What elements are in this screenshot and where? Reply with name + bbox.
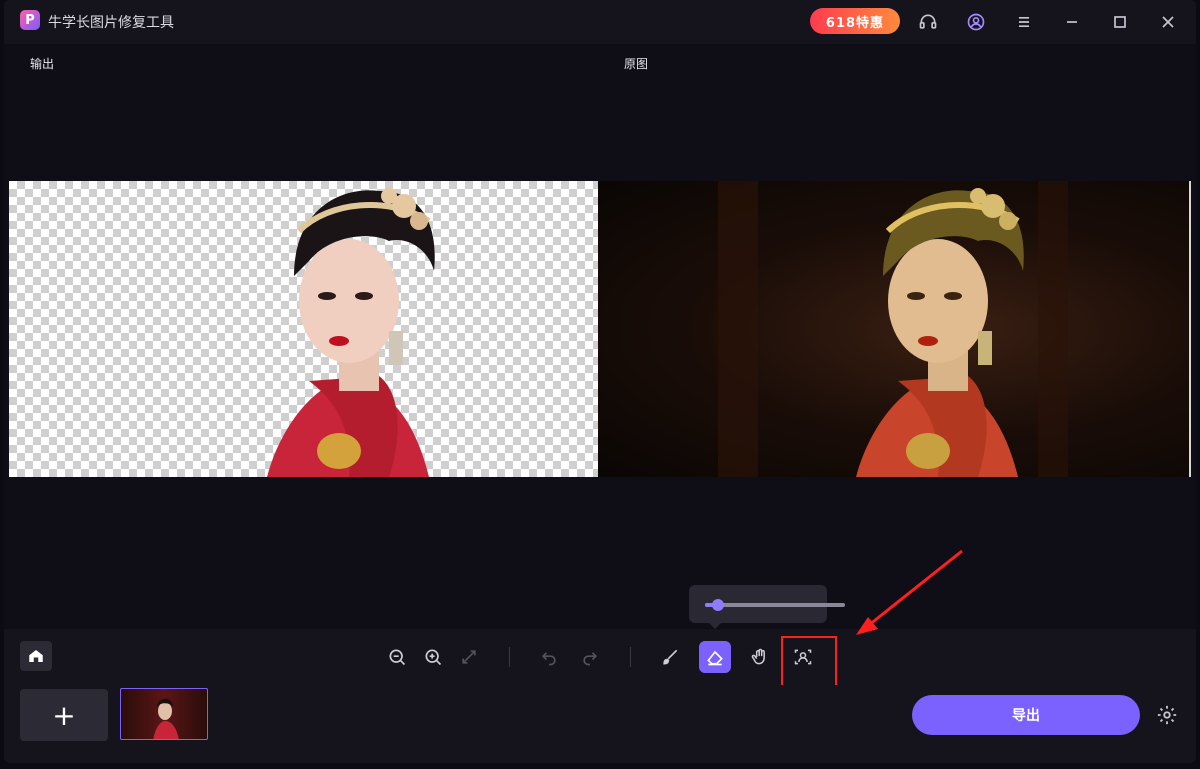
hand-icon bbox=[751, 648, 765, 665]
original-label: 原图 bbox=[624, 57, 649, 71]
separator bbox=[509, 647, 510, 667]
user-icon[interactable] bbox=[962, 8, 990, 36]
maximize-icon[interactable] bbox=[1106, 8, 1134, 36]
home-button[interactable] bbox=[20, 641, 52, 671]
brush-size-slider[interactable] bbox=[705, 602, 845, 608]
image-thumbnail[interactable] bbox=[120, 688, 208, 740]
headset-icon[interactable] bbox=[914, 8, 942, 36]
original-image[interactable] bbox=[598, 181, 1190, 477]
output-label: 输出 bbox=[30, 57, 55, 71]
app-window: P 牛学长图片修复工具 618特惠 输出 原图 + 导出 bbox=[4, 0, 1196, 763]
zoom-out-icon bbox=[389, 649, 406, 666]
fit-screen-icon bbox=[462, 650, 476, 664]
redo-icon bbox=[583, 652, 598, 666]
separator bbox=[630, 647, 631, 667]
add-image-button[interactable]: + bbox=[20, 689, 108, 741]
fit-screen-button[interactable] bbox=[453, 641, 485, 673]
home-icon bbox=[29, 650, 43, 662]
menu-icon[interactable] bbox=[1010, 8, 1038, 36]
export-button[interactable]: 导出 bbox=[912, 695, 1140, 735]
undo-icon bbox=[541, 652, 556, 666]
zoom-in-icon bbox=[425, 649, 442, 666]
brush-size-popup bbox=[689, 585, 845, 623]
hand-button[interactable] bbox=[744, 641, 776, 673]
app-logo: P bbox=[20, 10, 40, 30]
tool-bar bbox=[4, 629, 1196, 688]
annotation-arrow bbox=[856, 549, 963, 635]
zoom-out-button[interactable] bbox=[381, 641, 413, 673]
settings-button[interactable] bbox=[1154, 702, 1180, 728]
eraser-icon bbox=[707, 650, 723, 666]
minimize-icon[interactable] bbox=[1058, 8, 1086, 36]
brush-icon bbox=[663, 649, 678, 665]
annotation-highlight-box bbox=[781, 636, 837, 688]
compare-divider[interactable] bbox=[1189, 181, 1191, 477]
canvas-area: 输出 原图 bbox=[4, 44, 1196, 629]
title-bar: P 牛学长图片修复工具 618特惠 bbox=[4, 0, 1196, 44]
app-title: 牛学长图片修复工具 bbox=[48, 15, 174, 31]
bottom-bar: + 导出 bbox=[4, 685, 1196, 763]
close-icon[interactable] bbox=[1154, 8, 1182, 36]
promo-badge[interactable]: 618特惠 bbox=[810, 8, 900, 34]
output-image[interactable] bbox=[9, 181, 598, 477]
brush-button[interactable] bbox=[654, 641, 686, 673]
eraser-button[interactable] bbox=[699, 641, 731, 673]
undo-button[interactable] bbox=[533, 641, 565, 673]
slider-knob[interactable] bbox=[712, 599, 724, 611]
settings-icon bbox=[1157, 705, 1177, 725]
redo-button[interactable] bbox=[574, 641, 606, 673]
zoom-in-button[interactable] bbox=[417, 641, 449, 673]
